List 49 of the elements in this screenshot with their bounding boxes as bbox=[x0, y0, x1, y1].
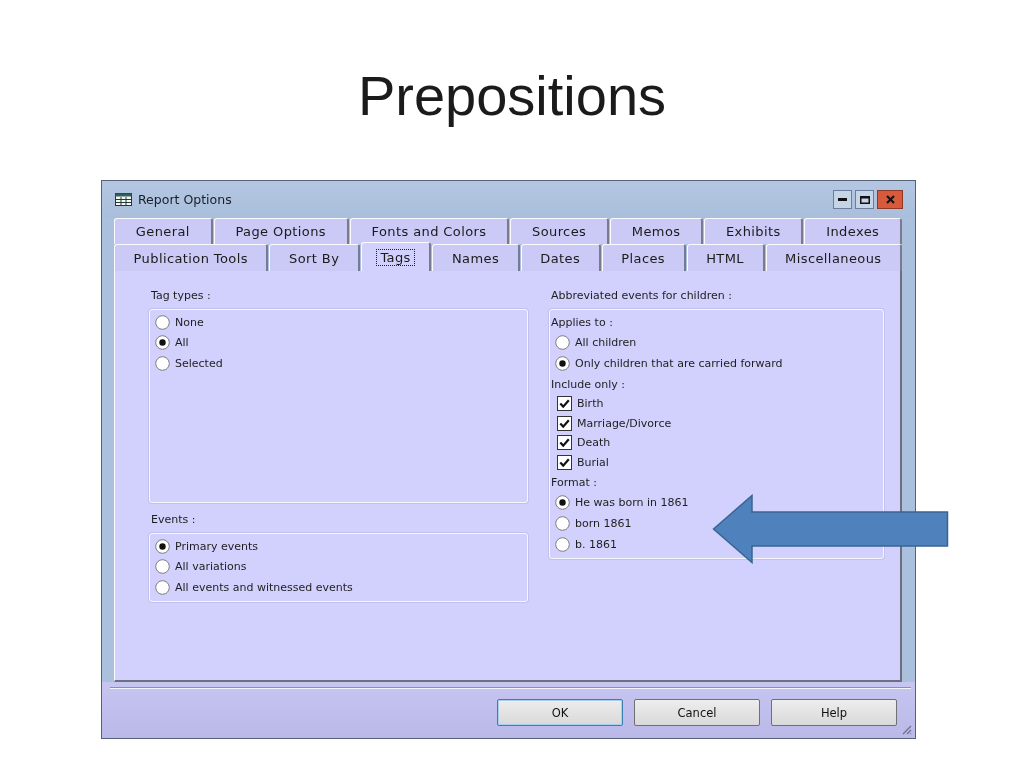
tab[interactable]: Miscellaneous bbox=[765, 244, 903, 271]
dialog-button[interactable]: OK bbox=[497, 699, 623, 726]
tab[interactable]: Exhibits bbox=[704, 218, 804, 244]
radio-option[interactable]: All events and witnessed events bbox=[155, 577, 353, 598]
checkbox-option[interactable]: Burial bbox=[557, 452, 609, 472]
radio-option[interactable]: b. 1861 bbox=[555, 534, 617, 555]
tab[interactable]: Names bbox=[432, 244, 520, 271]
checkbox-option[interactable]: Death bbox=[557, 433, 611, 453]
tab[interactable]: Publication Tools bbox=[114, 244, 269, 271]
tab[interactable]: HTML bbox=[686, 244, 765, 271]
minimize-button[interactable] bbox=[833, 190, 852, 209]
tab[interactable]: Page Options bbox=[213, 218, 349, 244]
tab[interactable]: Indexes bbox=[804, 218, 902, 244]
dialog-button[interactable]: Cancel bbox=[634, 699, 760, 726]
group-label: Tag types : bbox=[151, 289, 211, 303]
window-title: Report Options bbox=[138, 192, 233, 207]
maximize-icon bbox=[859, 195, 870, 204]
radio-option[interactable]: All bbox=[155, 332, 189, 353]
tab[interactable]: Sort By bbox=[269, 244, 360, 271]
checkbox-option[interactable]: Marriage/Divorce bbox=[557, 413, 672, 433]
group-label: Events : bbox=[151, 513, 196, 527]
grid-icon bbox=[115, 193, 132, 206]
tab[interactable]: Dates bbox=[520, 244, 601, 271]
group-label: Abbreviated events for children : bbox=[551, 289, 732, 303]
section-label: Format : bbox=[551, 474, 597, 491]
tab[interactable]: Sources bbox=[510, 218, 610, 244]
radio-option[interactable]: Selected bbox=[155, 353, 223, 374]
radio-option[interactable]: All children bbox=[555, 332, 637, 353]
maximize-button[interactable] bbox=[855, 190, 874, 209]
checkbox-option[interactable]: Birth bbox=[557, 394, 604, 414]
close-icon bbox=[885, 195, 895, 204]
resize-grip-icon[interactable] bbox=[900, 723, 912, 735]
radio-option[interactable]: None bbox=[155, 312, 204, 333]
tab[interactable]: Memos bbox=[610, 218, 704, 244]
slide-title: Prepositions bbox=[357, 65, 667, 127]
section-label: Include only : bbox=[551, 376, 625, 393]
radio-option[interactable]: He was born in 1861 bbox=[555, 492, 689, 513]
radio-option[interactable]: Only children that are carried forward bbox=[555, 353, 783, 374]
close-button[interactable] bbox=[877, 190, 903, 209]
radio-option[interactable]: All variations bbox=[155, 556, 247, 577]
tab[interactable]: Tags bbox=[360, 242, 432, 271]
radio-option[interactable]: born 1861 bbox=[555, 513, 632, 534]
tab[interactable]: Places bbox=[601, 244, 686, 271]
tab[interactable]: Fonts and Colors bbox=[349, 218, 510, 244]
minimize-icon bbox=[838, 198, 847, 201]
dialog-button[interactable]: Help bbox=[771, 699, 897, 726]
radio-option[interactable]: Primary events bbox=[155, 536, 259, 557]
tab[interactable]: General bbox=[114, 218, 213, 244]
section-label: Applies to : bbox=[551, 314, 613, 331]
